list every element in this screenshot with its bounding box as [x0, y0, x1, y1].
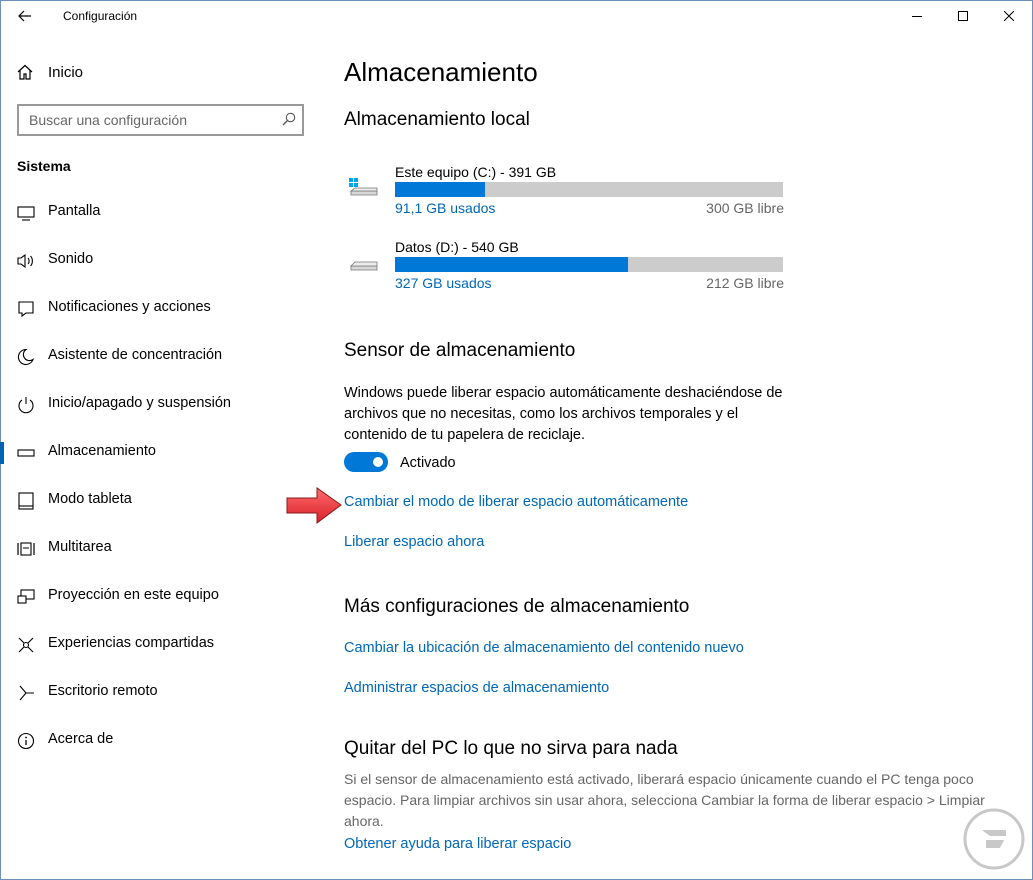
page-title: Almacenamiento: [344, 57, 538, 87]
sidebar-item-multitask[interactable]: Multitarea: [0, 528, 322, 568]
sidebar-item-label: Acerca de: [48, 731, 114, 747]
usage-bar: [395, 257, 783, 272]
sidebar-item-label: Multitarea: [48, 539, 112, 555]
home-icon: [17, 64, 33, 80]
sidebar-item-shared[interactable]: Experiencias compartidas: [0, 624, 322, 664]
sidebar-item-label: Modo tableta: [48, 491, 132, 507]
sidebar-item-label: Inicio/apagado y suspensión: [48, 395, 231, 411]
drive-free: 300 GB libre: [706, 200, 784, 216]
sidebar-item-label: Proyección en este equipo: [48, 587, 219, 603]
remove-unneeded-description: Si el sensor de almacenamiento está acti…: [344, 771, 985, 829]
drive-free: 212 GB libre: [706, 275, 784, 291]
storage-sense-heading: Sensor de almacenamiento: [344, 340, 576, 361]
sidebar-item-label: Escritorio remoto: [48, 683, 158, 699]
drive-c[interactable]: Este equipo (C:) - 391 GB 91,1 GB usados…: [344, 164, 784, 224]
change-save-location-link[interactable]: Cambiar la ubicación de almacenamiento d…: [344, 640, 744, 656]
remove-unneeded-heading: Quitar del PC lo que no sirva para nada: [344, 738, 678, 759]
drive-name: Este equipo (C:) - 391 GB: [395, 164, 557, 180]
usage-bar-fill: [395, 257, 628, 272]
sidebar-item-power[interactable]: Inicio/apagado y suspensión: [0, 384, 322, 424]
change-free-mode-link[interactable]: Cambiar el modo de liberar espacio autom…: [344, 494, 688, 510]
power-icon: [18, 397, 34, 414]
sidebar-item-storage[interactable]: Almacenamiento: [0, 432, 322, 472]
drive-d[interactable]: Datos (D:) - 540 GB 327 GB usados 212 GB…: [344, 239, 784, 299]
sidebar-item-projection[interactable]: Proyección en este equipo: [0, 576, 322, 616]
manage-storage-spaces-link[interactable]: Administrar espacios de almacenamiento: [344, 680, 609, 696]
sidebar: Inicio Buscar una configuración Sistema …: [0, 32, 322, 880]
section-heading: Sistema: [17, 158, 71, 174]
usage-bar-fill: [395, 182, 486, 197]
monitor-icon: [17, 206, 35, 221]
selected-indicator: [0, 442, 4, 464]
projection-icon: [17, 589, 35, 604]
sidebar-item-label: Pantalla: [48, 203, 101, 219]
sidebar-item-label: Notificaciones y acciones: [48, 299, 211, 315]
remote-icon: [19, 685, 34, 701]
free-space-now-link[interactable]: Liberar espacio ahora: [344, 534, 484, 550]
info-icon: [17, 732, 35, 750]
sidebar-item-sound[interactable]: Sonido: [0, 240, 322, 280]
search-icon[interactable]: [282, 112, 296, 126]
speaker-icon: [17, 253, 33, 269]
toggle-knob: [373, 457, 383, 467]
drive-used: 91,1 GB usados: [395, 200, 496, 216]
sidebar-item-home[interactable]: Inicio: [0, 60, 322, 86]
system-drive-icon: [349, 178, 378, 196]
window-title: Configuración: [63, 9, 138, 23]
sidebar-item-notifications[interactable]: Notificaciones y acciones: [0, 288, 322, 328]
storage-sense-toggle[interactable]: [344, 452, 388, 472]
sidebar-item-about[interactable]: Acerca de: [0, 720, 322, 760]
notification-icon: [18, 301, 34, 318]
search-input[interactable]: Buscar una configuración: [17, 104, 304, 136]
multitask-icon: [17, 542, 35, 556]
drive-icon: [350, 261, 378, 271]
main-content: Almacenamiento Almacenamiento local Este…: [322, 0, 1033, 880]
sidebar-item-label: Asistente de concentración: [48, 347, 223, 363]
tablet-icon: [18, 492, 34, 510]
more-settings-heading: Más configuraciones de almacenamiento: [344, 596, 690, 617]
help-free-space-link[interactable]: Obtener ayuda para liberar espacio: [344, 836, 571, 852]
back-arrow-icon: [18, 10, 31, 22]
search-placeholder: Buscar una configuración: [29, 112, 187, 128]
sidebar-item-label: Experiencias compartidas: [48, 635, 215, 651]
moon-icon: [17, 348, 35, 366]
red-arrow-annotation: [286, 487, 342, 524]
toggle-label: Activado: [400, 455, 456, 471]
sidebar-item-label: Almacenamiento: [48, 443, 156, 459]
drive-name: Datos (D:) - 540 GB: [395, 239, 519, 255]
sidebar-item-focus-assist[interactable]: Asistente de concentración: [0, 336, 322, 376]
storage-icon: [17, 449, 35, 457]
sidebar-item-remote[interactable]: Escritorio remoto: [0, 672, 322, 712]
usage-bar: [395, 182, 783, 197]
local-storage-heading: Almacenamiento local: [344, 109, 530, 130]
sidebar-item-display[interactable]: Pantalla: [0, 192, 322, 232]
drive-used: 327 GB usados: [395, 275, 492, 291]
watermark-logo: [963, 808, 1025, 870]
sidebar-item-tablet[interactable]: Modo tableta: [0, 480, 322, 520]
back-button[interactable]: [12, 4, 38, 28]
storage-sense-description: Windows puede liberar espacio automática…: [344, 385, 783, 443]
home-label: Inicio: [48, 64, 84, 81]
sidebar-item-label: Sonido: [48, 251, 94, 267]
shared-icon: [18, 637, 34, 653]
